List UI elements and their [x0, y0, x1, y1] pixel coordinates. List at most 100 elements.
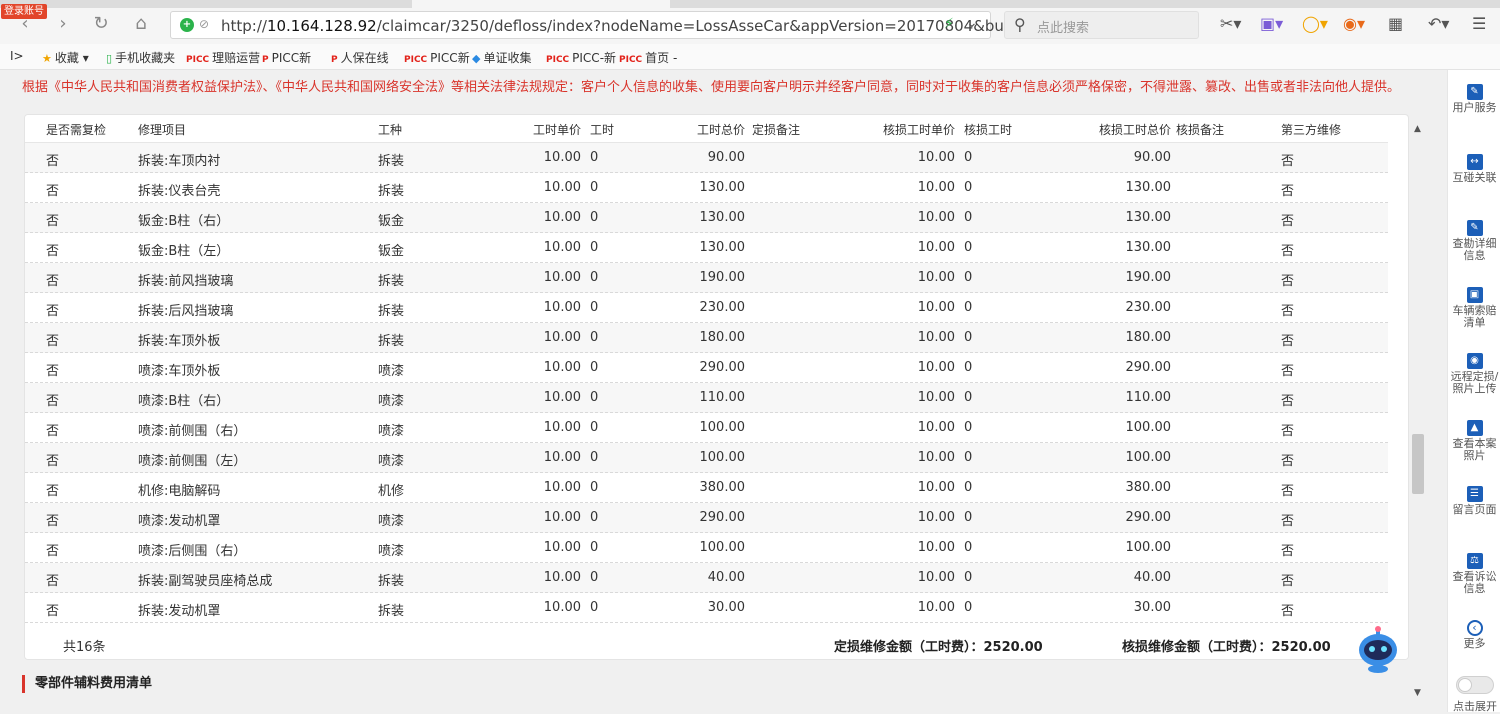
browser-search-input[interactable]: ⚲ 点此搜索: [1004, 11, 1199, 39]
table-row[interactable]: 否 拆装:后风挡玻璃 拆装 10.00 0 230.00 10.00 0 230.00 否: [25, 293, 1388, 323]
menu-icon[interactable]: ☰: [1472, 13, 1486, 35]
table-row[interactable]: 否 拆装:车顶外板 拆装 10.00 0 180.00 10.00 0 180.00 否: [25, 323, 1388, 353]
scrollbar-thumb[interactable]: [1412, 434, 1424, 494]
bookmark-picc-3[interactable]: PICC PICC-新: [546, 49, 616, 66]
side-survey-detail[interactable]: ✎ 查勘详细信息: [1448, 220, 1500, 262]
scissors-icon[interactable]: ✂▾: [1220, 13, 1241, 35]
cell-third-party: 否: [1281, 274, 1295, 289]
cell-verify-hours: 0: [964, 480, 973, 495]
table-row[interactable]: 否 喷漆:前侧围（右） 喷漆 10.00 0 100.00 10.00 0 100.00 否: [25, 413, 1388, 443]
lightning-icon[interactable]: ⚡: [944, 16, 954, 32]
col-verify-remark: 核损备注: [1176, 123, 1225, 137]
table-row[interactable]: 否 喷漆:B柱（右） 喷漆 10.00 0 110.00 10.00 0 110.00 否: [25, 383, 1388, 413]
side-label: 查勘详细信息: [1452, 237, 1497, 262]
bookmark-claims[interactable]: PICC 理赔运营: [186, 49, 260, 66]
table-row[interactable]: 否 拆装:发动机罩 拆装 10.00 0 30.00 10.00 0 30.00 否: [25, 593, 1388, 623]
address-bar[interactable]: + ⊘ http://10.164.128.92/claimcar/3250/d…: [170, 11, 1086, 39]
active-tab[interactable]: [412, 0, 670, 8]
cell-work-type: 拆装: [378, 184, 405, 199]
side-message[interactable]: ☰ 留言页面: [1448, 486, 1500, 516]
side-vehicle-claims[interactable]: ▣ 车辆索赔清单: [1448, 287, 1500, 329]
cell-verify-hour-total: 230.00: [1125, 300, 1172, 315]
bookmark-online[interactable]: P 人保在线: [331, 49, 389, 66]
cell-hour-total: 100.00: [699, 420, 746, 435]
sidebar-toggle-icon[interactable]: I>: [10, 49, 24, 63]
login-badge[interactable]: 登录账号: [1, 4, 47, 19]
security-shield-icon[interactable]: +: [180, 18, 194, 32]
table-row[interactable]: 否 钣金:B柱（左） 钣金 10.00 0 130.00 10.00 0 130.00 否: [25, 233, 1388, 263]
tab-strip: [0, 0, 1500, 8]
apps-grid-icon[interactable]: ▦: [1388, 13, 1403, 35]
table-row[interactable]: 否 喷漆:发动机罩 喷漆 10.00 0 290.00 10.00 0 290.00 否: [25, 503, 1388, 533]
scroll-down-arrow-icon[interactable]: ▼: [1414, 688, 1421, 698]
scroll-up-arrow-icon[interactable]: ▲: [1414, 124, 1421, 134]
cell-work-type: 钣金: [378, 244, 405, 259]
cell-third-party: 否: [1281, 424, 1295, 439]
side-litigation[interactable]: ⚖ 查看诉讼信息: [1448, 553, 1500, 595]
cell-work-type: 喷漆: [378, 364, 405, 379]
url-text[interactable]: http://10.164.128.92/claimcar/3250/deflo…: [221, 17, 1086, 35]
side-case-photos[interactable]: ▲ 查看本案照片: [1448, 420, 1500, 462]
home-icon[interactable]: ⌂: [130, 13, 152, 35]
flash-blocked-icon[interactable]: ⊘: [199, 17, 209, 31]
bookmark-picc-2[interactable]: PICC PICC新: [404, 49, 470, 66]
image-icon: ▲: [1466, 420, 1483, 436]
chevron-down-icon[interactable]: ⌄: [966, 15, 978, 31]
cell-third-party: 否: [1281, 604, 1295, 619]
picc-logo-icon: P: [331, 55, 338, 65]
bookmark-favorites[interactable]: ★ 收藏 ▾: [42, 49, 89, 66]
cell-recheck: 否: [46, 364, 60, 379]
gamepad-icon[interactable]: ◉▾: [1343, 13, 1365, 35]
cell-hour-total: 290.00: [699, 360, 746, 375]
cell-hour-total: 130.00: [699, 180, 746, 195]
bookmark-picc-1[interactable]: P PICC新: [262, 49, 311, 66]
side-user-service[interactable]: ✎ 用户服务: [1448, 84, 1500, 114]
cell-repair-item: 拆装:仪表台壳: [138, 184, 221, 199]
side-more[interactable]: ‹ 更多: [1448, 620, 1500, 650]
shield-icon[interactable]: ◯▾: [1302, 13, 1328, 35]
cell-hours: 0: [590, 300, 599, 315]
table-row[interactable]: 否 拆装:副驾驶员座椅总成 拆装 10.00 0 40.00 10.00 0 40.00 否: [25, 563, 1388, 593]
cell-work-type: 拆装: [378, 334, 405, 349]
forward-arrow-icon[interactable]: ›: [52, 13, 74, 35]
translate-icon[interactable]: ▣▾: [1260, 13, 1283, 35]
table-row[interactable]: 否 拆装:仪表台壳 拆装 10.00 0 130.00 10.00 0 130.00 否: [25, 173, 1388, 203]
cell-hour-price: 10.00: [543, 300, 581, 315]
undo-icon[interactable]: ↶▾: [1428, 13, 1449, 35]
cell-hour-price: 10.00: [543, 360, 581, 375]
table-row[interactable]: 否 喷漆:车顶外板 喷漆 10.00 0 290.00 10.00 0 290.00 否: [25, 353, 1388, 383]
expand-toggle[interactable]: [1456, 676, 1494, 694]
table-row[interactable]: 否 拆装:前风挡玻璃 拆装 10.00 0 190.00 10.00 0 190.00 否: [25, 263, 1388, 293]
robot-assistant-icon[interactable]: [1356, 626, 1400, 674]
table-row[interactable]: 否 钣金:B柱（右） 钣金 10.00 0 130.00 10.00 0 130.00 否: [25, 203, 1388, 233]
cell-recheck: 否: [46, 214, 60, 229]
bookmark-home[interactable]: PICC 首页 -: [619, 49, 677, 66]
cell-verify-hour-total: 290.00: [1125, 510, 1172, 525]
table-row[interactable]: 否 拆装:车顶内衬 拆装 10.00 0 90.00 10.00 0 90.00 否: [25, 143, 1388, 173]
link-icon: ↔: [1466, 154, 1483, 170]
reload-icon[interactable]: ↻: [90, 13, 112, 35]
side-mutual-collision[interactable]: ↔ 互碰关联: [1448, 154, 1500, 184]
bookmark-mobile[interactable]: ▯ 手机收藏夹: [106, 49, 175, 66]
cell-verify-hour-price: 10.00: [917, 300, 955, 315]
side-remote-upload[interactable]: ◉ 远程定损/照片上传: [1448, 353, 1500, 395]
verify-amount: 核损维修金额（工时费）：2520.00: [1122, 640, 1331, 655]
cell-verify-hour-price: 10.00: [917, 390, 955, 405]
cell-verify-hours: 0: [964, 240, 973, 255]
cell-recheck: 否: [46, 274, 60, 289]
table-row[interactable]: 否 机修:电脑解码 机修 10.00 0 380.00 10.00 0 380.00 否: [25, 473, 1388, 503]
bookmark-label: PICC新: [271, 51, 312, 65]
cell-verify-hour-total: 100.00: [1125, 450, 1172, 465]
loss-amount: 定损维修金额（工时费）：2520.00: [834, 640, 1043, 655]
cell-verify-hours: 0: [964, 540, 973, 555]
cell-repair-item: 喷漆:发动机罩: [138, 514, 221, 529]
bookmark-documents[interactable]: ◆ 单证收集: [472, 49, 531, 66]
cell-verify-hour-price: 10.00: [917, 510, 955, 525]
cell-work-type: 喷漆: [378, 544, 405, 559]
table-row[interactable]: 否 喷漆:后侧围（右） 喷漆 10.00 0 100.00 10.00 0 100.00 否: [25, 533, 1388, 563]
table-row[interactable]: 否 喷漆:前侧围（左） 喷漆 10.00 0 100.00 10.00 0 100.00 否: [25, 443, 1388, 473]
car-icon: ▣: [1466, 287, 1483, 303]
cell-verify-hour-total: 130.00: [1125, 180, 1172, 195]
chevron-left-icon: ‹: [1466, 620, 1483, 636]
side-label: 留言页面: [1452, 503, 1497, 516]
